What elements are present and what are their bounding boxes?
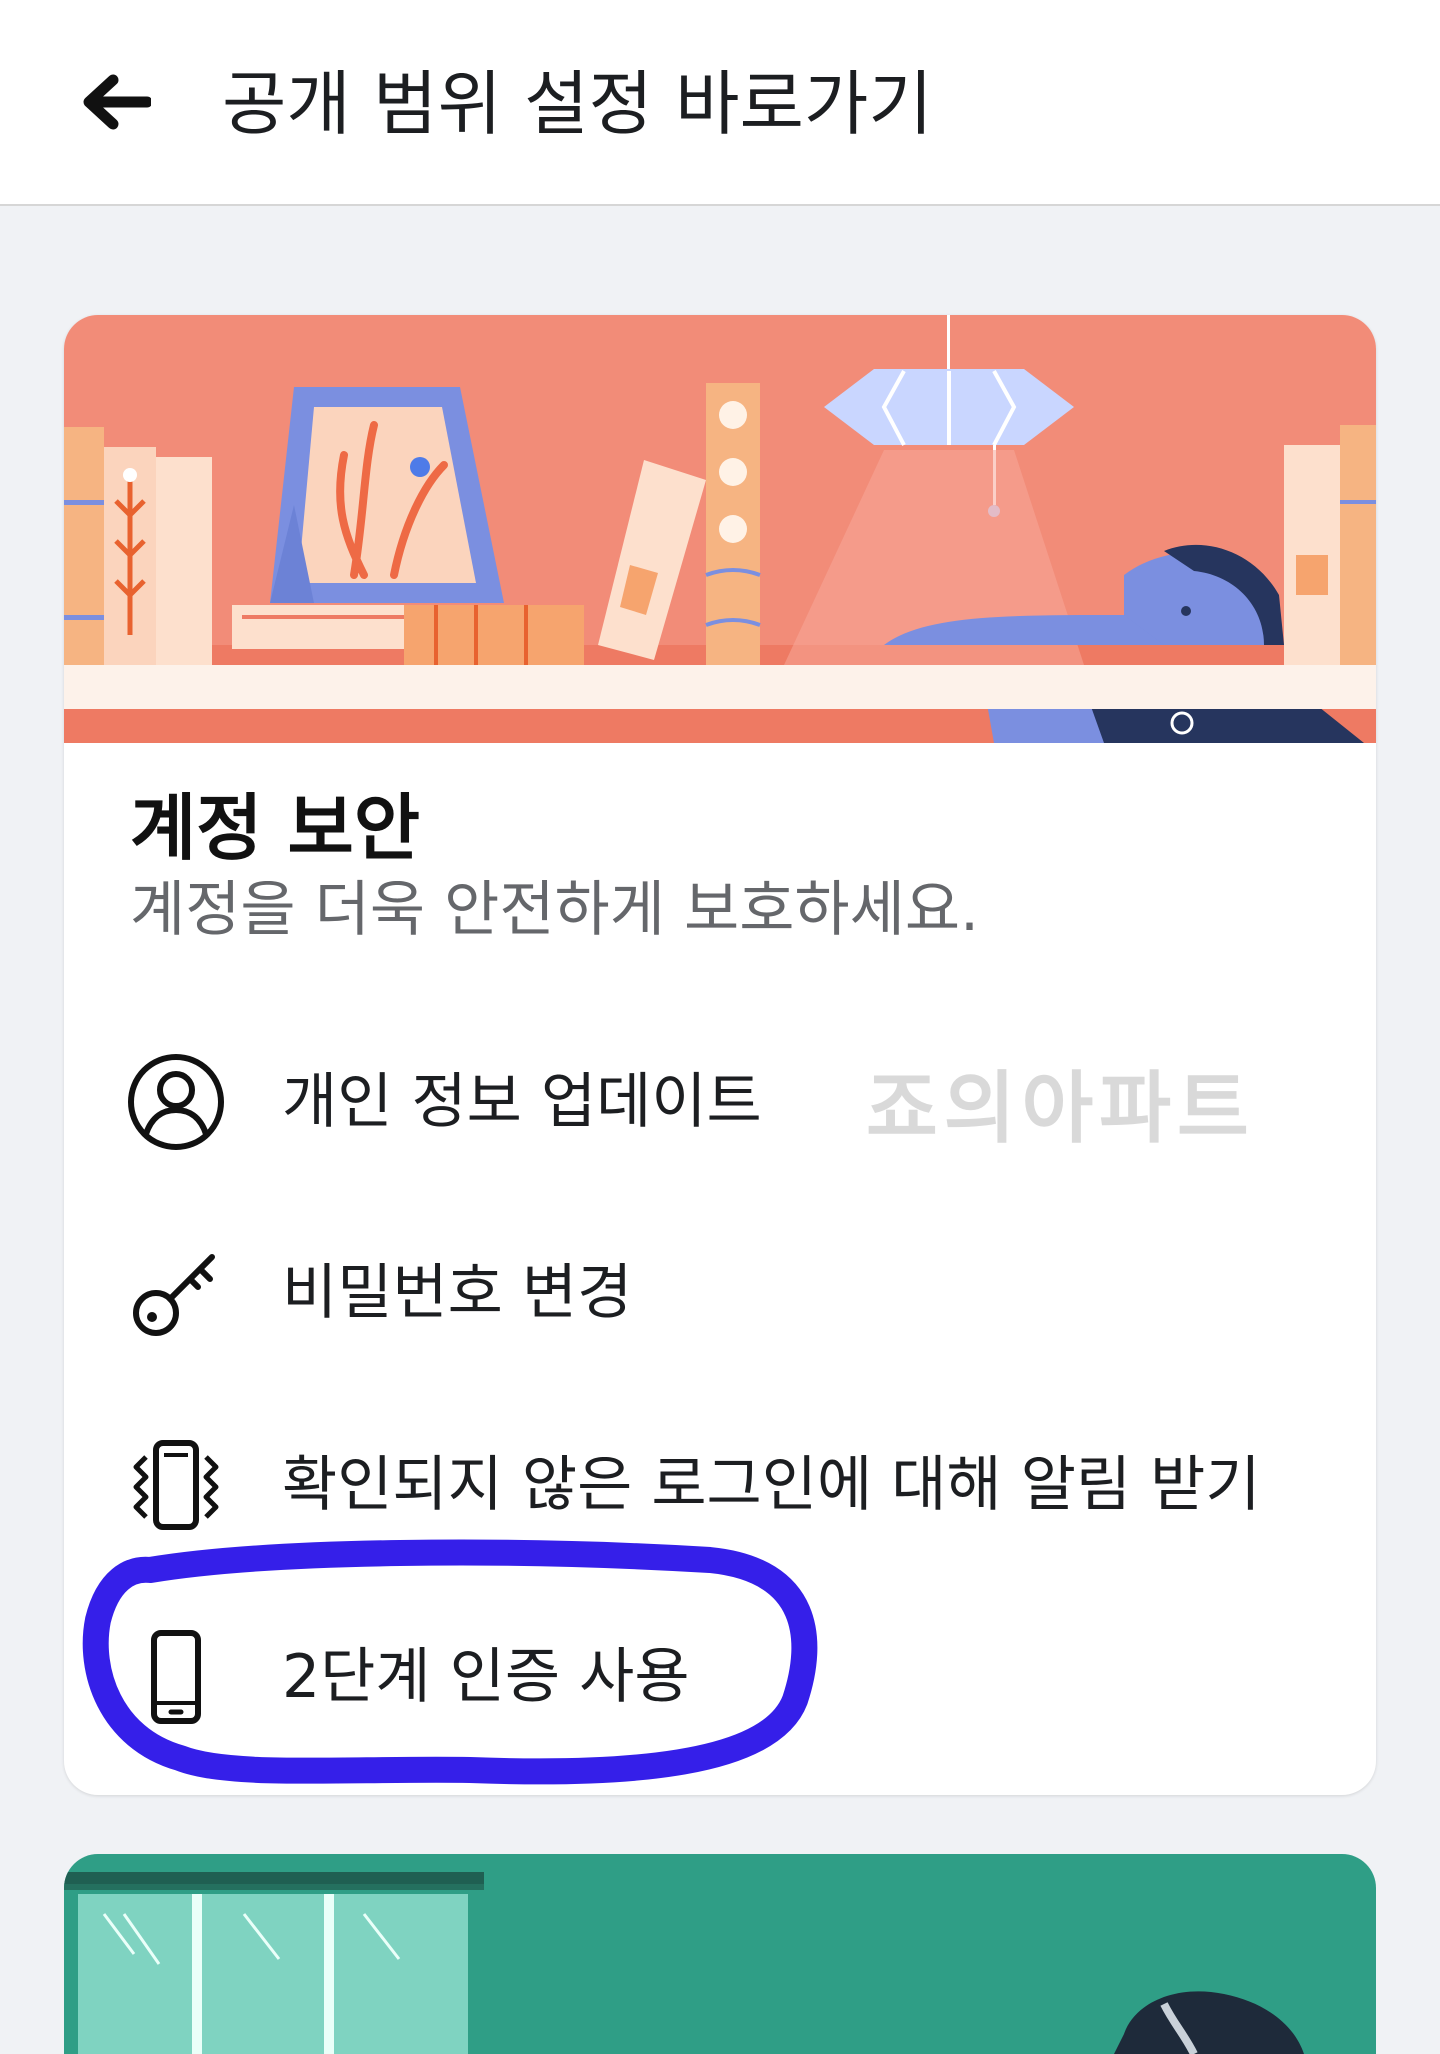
unrecognized-login-alerts-item[interactable]: 확인되지 않은 로그인에 대해 알림 받기 [64, 1410, 1376, 1560]
section-subtitle: 계정을 더욱 안전하게 보호하세요. [130, 875, 980, 945]
account-security-card: 계정 보안 계정을 더욱 안전하게 보호하세요. 개인 정보 업데이트 비밀번호… [64, 315, 1376, 1795]
vibrating-phone-icon [126, 1435, 226, 1535]
phone-icon [126, 1627, 226, 1727]
next-card-preview [64, 1854, 1376, 2054]
bookshelf-illustration [64, 315, 1376, 743]
change-password-item[interactable]: 비밀번호 변경 [64, 1218, 1376, 1368]
top-bar: 공개 범위 설정 바로가기 [0, 0, 1440, 206]
menu-item-label: 2단계 인증 사용 [282, 1642, 690, 1712]
menu-item-label: 비밀번호 변경 [282, 1258, 633, 1328]
section-title: 계정 보안 [130, 786, 421, 870]
menu-item-label: 개인 정보 업데이트 [282, 1067, 762, 1137]
watermark-text: 죠의아파트 [866, 1064, 1255, 1154]
arrow-left-icon [83, 74, 151, 130]
two-factor-auth-item[interactable]: 2단계 인증 사용 [64, 1602, 1376, 1752]
key-icon [126, 1243, 226, 1343]
next-card-illustration [64, 1872, 1304, 2054]
profile-icon [126, 1052, 226, 1152]
menu-item-label: 확인되지 않은 로그인에 대해 알림 받기 [282, 1450, 1261, 1520]
page-title: 공개 범위 설정 바로가기 [222, 63, 933, 145]
back-button[interactable] [70, 62, 160, 142]
